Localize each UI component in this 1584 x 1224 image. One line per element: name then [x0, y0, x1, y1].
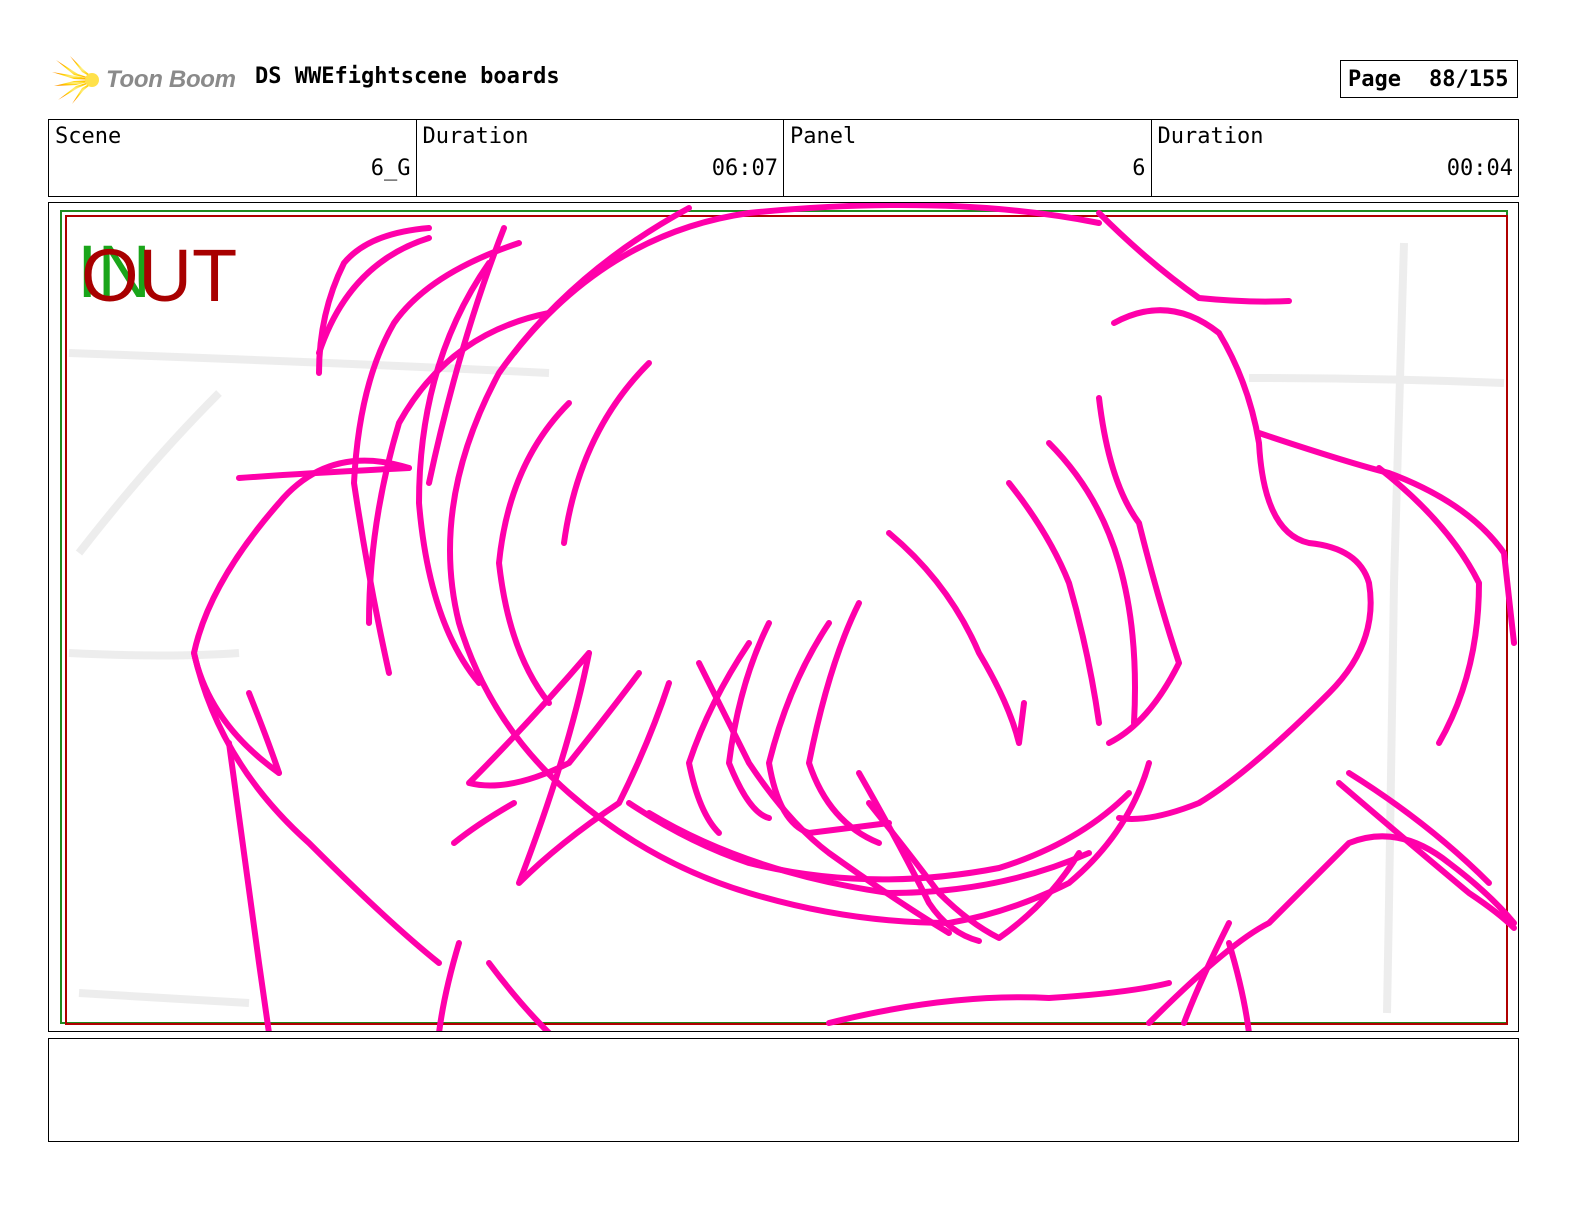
- panel-duration-value: 00:04: [1446, 156, 1513, 181]
- toon-boom-logo: Toon Boom: [52, 54, 236, 106]
- scene-duration-label: Duration: [422, 124, 529, 149]
- storyboard-panel: IN OUT: [48, 202, 1519, 1032]
- scene-label: Scene: [55, 124, 122, 149]
- rough-sketch-strokes: [191, 203, 1517, 1031]
- page-header: Toon Boom DS WWEfightscene boards Page 8…: [52, 52, 1532, 108]
- panel-sketch: [60, 203, 1517, 1031]
- out-marker: OUT: [81, 234, 238, 317]
- panel-cell: Panel 6: [784, 120, 1152, 196]
- panel-notes[interactable]: [48, 1038, 1519, 1142]
- panel-value: 6: [1132, 156, 1146, 181]
- scene-duration-cell: Duration 06:07: [417, 120, 784, 196]
- panel-label: Panel: [790, 124, 857, 149]
- in-out-markers: IN OUT: [77, 235, 277, 325]
- scene-value: 6_G: [370, 156, 411, 181]
- panel-info-table: Scene 6_G Duration 06:07 Panel 6 Duratio…: [48, 119, 1519, 197]
- page-indicator: Page 88/155: [1340, 60, 1518, 98]
- panel-duration-label: Duration: [1157, 124, 1264, 149]
- page-number: 88/155: [1428, 66, 1509, 92]
- scene-duration-value: 06:07: [711, 156, 778, 181]
- starburst-icon: [52, 56, 99, 104]
- scene-cell: Scene 6_G: [49, 120, 417, 196]
- background-guides: [68, 242, 1505, 1014]
- panel-duration-cell: Duration 00:04: [1152, 120, 1519, 196]
- brand-name: Toon Boom: [106, 66, 236, 93]
- page-label: Page: [1348, 66, 1401, 92]
- document-title: DS WWEfightscene boards: [255, 64, 560, 89]
